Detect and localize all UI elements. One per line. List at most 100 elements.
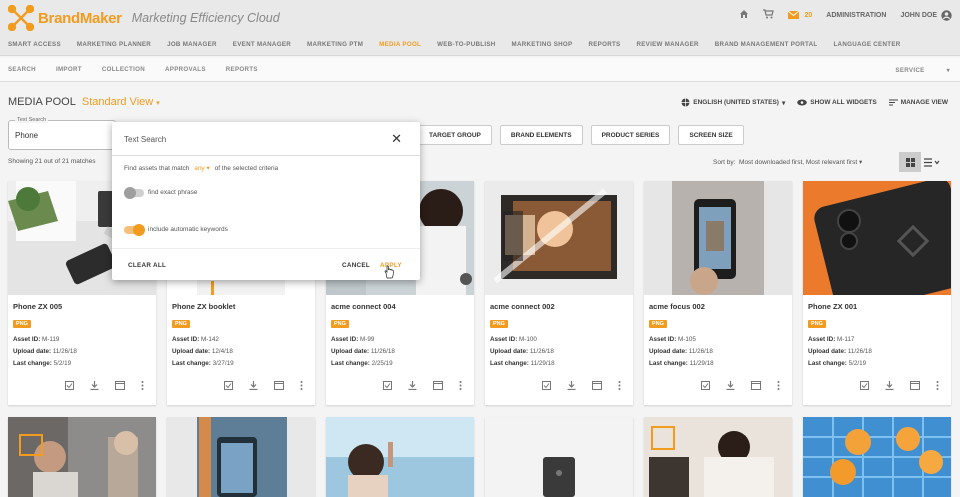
asset-card-partial[interactable] [644, 417, 792, 497]
language-selector[interactable]: ENGLISH (UNITED STATES) ▾ [681, 98, 785, 107]
brand-name: BrandMaker [38, 9, 122, 27]
asset-name[interactable]: acme focus 002 [649, 302, 705, 311]
more-options-icon[interactable] [300, 381, 303, 390]
grid-view-button[interactable] [899, 152, 921, 172]
last-change-row: Last change: 11/29/18 [490, 360, 555, 367]
brand-logo[interactable]: BrandMaker Marketing Efficiency Cloud [8, 5, 280, 31]
asset-id-row: Asset ID: M-119 [13, 336, 59, 343]
preview-window-icon[interactable] [592, 381, 602, 390]
main-nav-item[interactable]: WEB-TO-PUBLISH [437, 41, 495, 48]
asset-card-partial[interactable] [167, 417, 315, 497]
clear-all-button[interactable]: CLEAR ALL [128, 262, 166, 269]
match-suffix: of the selected criteria [214, 165, 279, 172]
asset-name[interactable]: acme connect 002 [490, 302, 555, 311]
show-widgets-button[interactable]: SHOW ALL WIDGETS [797, 99, 877, 106]
more-options-icon[interactable] [618, 381, 621, 390]
download-icon[interactable] [726, 381, 735, 390]
more-options-icon[interactable] [141, 381, 144, 390]
asset-actions [8, 381, 156, 390]
asset-card[interactable]: acme connect 002 PNG Asset ID: M-100 Upload… [485, 181, 633, 405]
checkbox-icon[interactable] [701, 381, 710, 390]
home-icon[interactable] [739, 9, 749, 21]
main-nav-item[interactable]: REPORTS [588, 41, 620, 48]
checkbox-icon[interactable] [224, 381, 233, 390]
checkbox-icon[interactable] [65, 381, 74, 390]
match-mode-selector[interactable]: any ▾ [194, 165, 210, 172]
view-selector[interactable]: Standard View ▾ [82, 96, 160, 108]
manage-view-button[interactable]: MANAGE VIEW [888, 99, 948, 106]
exact-phrase-toggle[interactable] [124, 187, 144, 199]
main-nav-item[interactable]: SMART ACCESS [8, 41, 61, 48]
main-nav-item[interactable]: MARKETING PLANNER [77, 41, 151, 48]
download-icon[interactable] [567, 381, 576, 390]
preview-window-icon[interactable] [115, 381, 125, 390]
upload-date-label: Upload date: [172, 348, 211, 355]
sub-nav-item[interactable]: REPORTS [226, 66, 258, 73]
last-change-value: 11/29/18 [530, 360, 555, 367]
preview-window-icon[interactable] [751, 381, 761, 390]
more-options-icon[interactable] [777, 381, 780, 390]
main-nav-item[interactable]: MARKETING SHOP [512, 41, 573, 48]
cancel-button[interactable]: CANCEL [342, 262, 370, 269]
asset-card-partial[interactable] [485, 417, 633, 497]
checkbox-icon[interactable] [383, 381, 392, 390]
sub-nav-item[interactable]: IMPORT [56, 66, 82, 73]
brand-tagline: Marketing Efficiency Cloud [131, 11, 280, 25]
main-nav-item[interactable]: EVENT MANAGER [233, 41, 291, 48]
preview-window-icon[interactable] [274, 381, 284, 390]
checkbox-icon[interactable] [860, 381, 869, 390]
asset-id-value: M-119 [42, 336, 60, 343]
auto-keywords-toggle[interactable] [124, 224, 145, 236]
cart-icon[interactable] [763, 9, 775, 21]
asset-card[interactable]: Phone ZX 001 PNG Asset ID: M-117 Upload dat… [803, 181, 951, 405]
mail-notifications[interactable]: 20 [788, 11, 812, 19]
asset-name[interactable]: Phone ZX 005 [13, 302, 62, 311]
list-view-button[interactable] [921, 152, 943, 172]
filter-button[interactable]: PRODUCT SERIES [590, 125, 671, 145]
download-icon[interactable] [408, 381, 417, 390]
filter-button[interactable]: SCREEN SIZE [678, 125, 744, 145]
show-widgets-label: SHOW ALL WIDGETS [810, 99, 877, 106]
text-search-field[interactable]: Text Search Phone [8, 117, 116, 150]
sub-nav-item[interactable]: APPROVALS [165, 66, 206, 73]
page-header: MEDIA POOL Standard View ▾ [8, 96, 160, 108]
sort-selector[interactable]: Sort by: Most downloaded first, Most rel… [713, 158, 862, 166]
asset-card-partial[interactable] [326, 417, 474, 497]
main-nav-item[interactable]: JOB MANAGER [167, 41, 217, 48]
service-menu[interactable]: SERVICE ▾ [895, 67, 950, 74]
sub-nav-item[interactable]: SEARCH [8, 66, 36, 73]
main-nav-item[interactable]: REVIEW MANAGER [636, 41, 698, 48]
upload-date-label: Upload date: [490, 348, 529, 355]
asset-name[interactable]: Phone ZX booklet [172, 302, 235, 311]
last-change-label: Last change: [172, 360, 211, 367]
asset-name[interactable]: acme connect 004 [331, 302, 396, 311]
download-icon[interactable] [885, 381, 894, 390]
filter-button[interactable]: TARGET GROUP [418, 125, 492, 145]
download-icon[interactable] [249, 381, 258, 390]
more-options-icon[interactable] [936, 381, 939, 390]
asset-card-partial[interactable] [803, 417, 951, 497]
more-options-icon[interactable] [459, 381, 462, 390]
main-nav-item[interactable]: BRAND MANAGEMENT PORTAL [715, 41, 818, 48]
main-nav-item[interactable]: LANGUAGE CENTER [833, 41, 900, 48]
administration-link[interactable]: ADMINISTRATION [826, 12, 886, 19]
main-nav-item[interactable]: MEDIA POOL [379, 41, 421, 48]
sub-nav-item[interactable]: COLLECTION [102, 66, 145, 73]
asset-card[interactable]: acme focus 002 PNG Asset ID: M-105 Upload d… [644, 181, 792, 405]
asset-card-partial[interactable] [8, 417, 156, 497]
user-menu[interactable]: JOHN DOE [900, 9, 952, 21]
main-nav-item[interactable]: MARKETING PTM [307, 41, 363, 48]
download-icon[interactable] [90, 381, 99, 390]
close-icon[interactable]: ✕ [391, 131, 402, 147]
filter-button[interactable]: BRAND ELEMENTS [499, 125, 583, 145]
text-search-popup: Text Search ✕ Find assets that match any… [112, 122, 420, 280]
asset-thumbnail [644, 417, 792, 497]
asset-name[interactable]: Phone ZX 001 [808, 302, 857, 311]
preview-window-icon[interactable] [910, 381, 920, 390]
asset-id-value: M-117 [837, 336, 855, 343]
file-type-badge: PNG [808, 320, 826, 328]
preview-window-icon[interactable] [433, 381, 443, 390]
last-change-value: 5/2/19 [53, 360, 72, 367]
checkbox-icon[interactable] [542, 381, 551, 390]
upload-date-value: 11/26/18 [370, 348, 395, 355]
